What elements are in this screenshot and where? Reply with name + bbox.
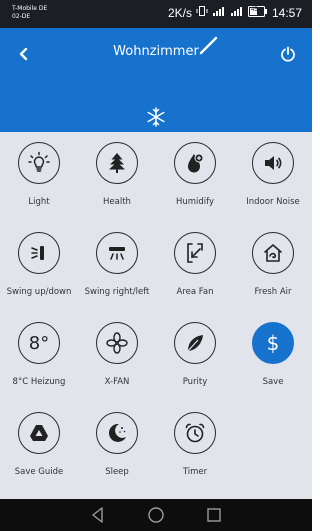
sleep-button[interactable] xyxy=(96,412,138,454)
function-label: Swing right/left xyxy=(84,287,150,297)
light-button[interactable] xyxy=(18,142,60,184)
function-label: Humidify xyxy=(175,197,215,207)
power-button[interactable] xyxy=(274,40,302,68)
heat-8-icon: 8° xyxy=(28,332,50,354)
carrier-info: T-Mobile DE 02-DE xyxy=(12,5,47,21)
carrier-secondary: 02-DE xyxy=(12,13,31,20)
function-label: Fresh Air xyxy=(254,287,292,297)
dollar-icon: $ xyxy=(266,331,280,355)
pencil-icon[interactable] xyxy=(198,34,220,56)
area-fan-icon xyxy=(187,243,203,263)
fresh-air-button[interactable] xyxy=(252,232,294,274)
status-indicators: 2K/s 45 14:57 xyxy=(168,5,302,20)
function-save-guide[interactable]: Save Guide xyxy=(0,402,78,492)
indoor-noise-button[interactable] xyxy=(252,142,294,184)
app-header: Wohnzimmer xyxy=(0,28,312,132)
timer-button[interactable] xyxy=(174,412,216,454)
health-button[interactable] xyxy=(96,142,138,184)
function-sleep[interactable]: Sleep xyxy=(78,402,156,492)
function-indoor-noise[interactable]: Indoor Noise xyxy=(234,132,312,222)
function-label: Health xyxy=(103,197,131,207)
swing-up-down-button[interactable] xyxy=(18,232,60,274)
function-label: Sleep xyxy=(105,467,129,477)
function-swing-right-left[interactable]: Swing right/left xyxy=(78,222,156,312)
vibrate-icon xyxy=(196,5,208,20)
network-speed: 2K/s xyxy=(167,5,192,20)
area-fan-button[interactable] xyxy=(174,232,216,274)
fresh-air-icon xyxy=(264,244,282,262)
function-8c-heating[interactable]: 8° 8°C Heizung xyxy=(0,312,78,402)
function-light[interactable]: Light xyxy=(0,132,78,222)
function-label: Indoor Noise xyxy=(246,197,300,207)
x-fan-button[interactable] xyxy=(96,322,138,364)
tree-icon xyxy=(109,153,125,173)
signal-icon xyxy=(230,5,244,20)
speaker-icon xyxy=(265,156,282,170)
nav-recents-icon[interactable] xyxy=(204,505,224,525)
fan-icon xyxy=(106,332,128,354)
alarm-clock-icon xyxy=(185,423,205,443)
function-x-fan[interactable]: X-FAN xyxy=(78,312,156,402)
function-save[interactable]: $ Save xyxy=(234,312,312,402)
bulb-icon xyxy=(28,151,50,172)
function-area-fan[interactable]: Area Fan xyxy=(156,222,234,312)
snowflake-icon xyxy=(147,107,165,127)
function-label: Swing up/down xyxy=(6,287,72,297)
status-bar: T-Mobile DE 02-DE 2K/s 45 14:57 xyxy=(0,0,312,28)
function-purity[interactable]: Purity xyxy=(156,312,234,402)
save-guide-icon xyxy=(30,425,48,441)
nav-home-icon[interactable] xyxy=(146,505,166,525)
function-label: Save xyxy=(262,377,284,387)
battery-level: 45 xyxy=(250,6,258,13)
power-icon xyxy=(281,46,295,62)
function-swing-up-down[interactable]: Swing up/down xyxy=(0,222,78,312)
save-guide-button[interactable] xyxy=(18,412,60,454)
swing-horizontal-icon xyxy=(109,247,125,260)
purity-button[interactable] xyxy=(174,322,216,364)
function-health[interactable]: Health xyxy=(78,132,156,222)
function-label: X-FAN xyxy=(104,377,130,387)
function-label: Area Fan xyxy=(176,287,214,297)
function-timer[interactable]: Timer xyxy=(156,402,234,492)
system-nav-bar xyxy=(0,499,312,531)
humidify-button[interactable] xyxy=(174,142,216,184)
status-time: 14:57 xyxy=(271,5,302,20)
function-label: Save Guide xyxy=(14,467,64,477)
function-label: Light xyxy=(28,197,50,207)
carrier-name: T-Mobile DE xyxy=(12,5,48,12)
nav-back-icon[interactable] xyxy=(88,505,108,525)
swing-right-left-button[interactable] xyxy=(96,232,138,274)
signal-4g-icon xyxy=(212,5,226,20)
heat-8-button[interactable]: 8° xyxy=(18,322,60,364)
function-grid: Light Health Humidify Indoor Noise Swing… xyxy=(0,132,312,499)
drop-icon xyxy=(188,153,204,173)
save-button[interactable]: $ xyxy=(252,322,294,364)
leaf-icon xyxy=(187,335,203,352)
function-fresh-air[interactable]: Fresh Air xyxy=(234,222,312,312)
function-label: Timer xyxy=(182,467,208,477)
function-label: Purity xyxy=(182,377,208,387)
swing-vertical-icon xyxy=(31,246,44,260)
function-label: 8°C Heizung xyxy=(12,377,66,387)
battery-icon: 45 xyxy=(247,5,268,20)
moon-icon xyxy=(108,423,126,442)
page-title: Wohnzimmer xyxy=(113,44,199,59)
function-humidify[interactable]: Humidify xyxy=(156,132,234,222)
